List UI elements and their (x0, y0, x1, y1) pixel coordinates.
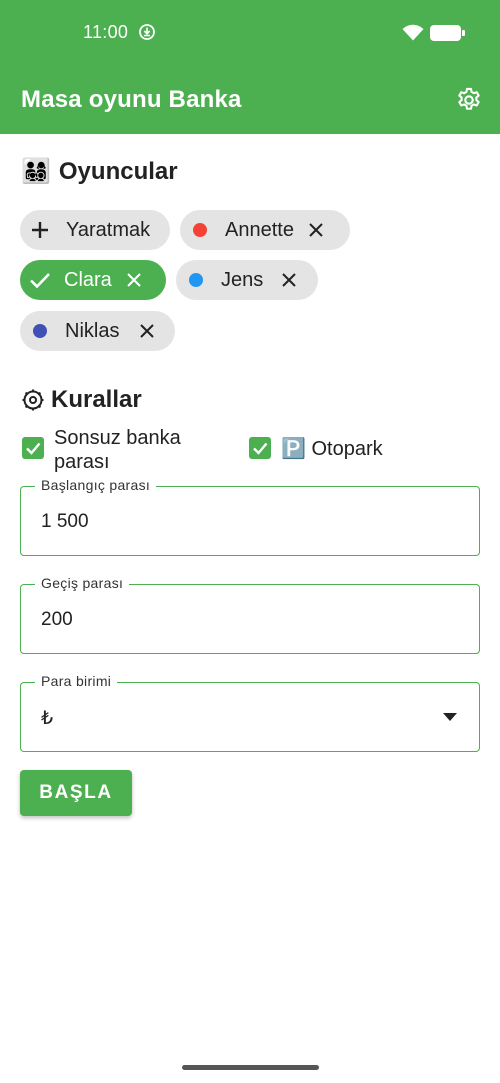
app-bar: Masa oyunu Banka (0, 64, 500, 134)
parking-checkbox-row[interactable]: 🅿️ Otopark (249, 437, 449, 461)
player-color-dot (193, 223, 207, 237)
player-color-dot (189, 273, 203, 287)
close-icon[interactable] (306, 220, 326, 240)
player-color-dot (33, 324, 47, 338)
starting-money-input[interactable]: 1 500 (41, 511, 89, 533)
passing-money-field[interactable]: Geçiş parası 200 (20, 575, 480, 654)
starting-money-label: Başlangıç parası (35, 477, 157, 493)
infinite-bank-money-checkbox-row[interactable]: Sonsuz banka parası (22, 426, 232, 474)
app-title: Masa oyunu Banka (21, 86, 242, 113)
starting-money-field[interactable]: Başlangıç parası 1 500 (20, 477, 480, 556)
status-bar: 11:00 (0, 0, 500, 64)
gear-icon (22, 389, 44, 411)
player-chip-clara[interactable]: Clara (20, 260, 166, 300)
parking-label: 🅿️ Otopark (281, 438, 383, 460)
passing-money-label: Geçiş parası (35, 575, 130, 591)
rules-header: Kurallar (21, 386, 142, 414)
player-name: Niklas (65, 319, 120, 342)
player-chip-annette[interactable]: Annette (180, 210, 350, 250)
plus-icon (28, 218, 52, 242)
currency-select[interactable]: Para birimi ₺ (20, 673, 480, 752)
currency-label: Para birimi (35, 673, 118, 689)
check-icon (28, 268, 52, 292)
players-title: Oyuncular (58, 158, 178, 185)
close-icon[interactable] (279, 270, 299, 290)
player-chip-niklas[interactable]: Niklas (20, 311, 175, 351)
infinite-bank-money-label: Sonsuz banka parası (54, 427, 181, 473)
sync-icon (139, 24, 155, 40)
status-time: 11:00 (83, 22, 129, 42)
player-name: Annette (225, 218, 294, 241)
create-player-chip[interactable]: Yaratmak (20, 210, 170, 250)
close-icon[interactable] (137, 321, 157, 341)
player-name: Jens (221, 268, 264, 291)
player-name: Clara (64, 268, 112, 291)
create-player-label: Yaratmak (66, 218, 151, 241)
battery-icon (430, 25, 465, 41)
passing-money-input[interactable]: 200 (41, 609, 73, 631)
start-button[interactable]: BAŞLA (20, 770, 132, 816)
dropdown-arrow-icon (443, 713, 457, 721)
players-header: 👨‍👩‍👧‍👦 Oyuncular (21, 158, 178, 186)
player-chip-jens[interactable]: Jens (176, 260, 318, 300)
wifi-icon (402, 24, 424, 41)
rules-title: Kurallar (51, 386, 142, 413)
parking-checkbox[interactable] (249, 437, 271, 459)
home-indicator (182, 1065, 319, 1070)
settings-button[interactable] (452, 83, 486, 117)
currency-value: ₺ (41, 708, 54, 729)
family-icon: 👨‍👩‍👧‍👦 (21, 158, 51, 185)
infinite-bank-money-checkbox[interactable] (22, 437, 44, 459)
close-icon[interactable] (124, 270, 144, 290)
gear-icon (458, 87, 480, 110)
